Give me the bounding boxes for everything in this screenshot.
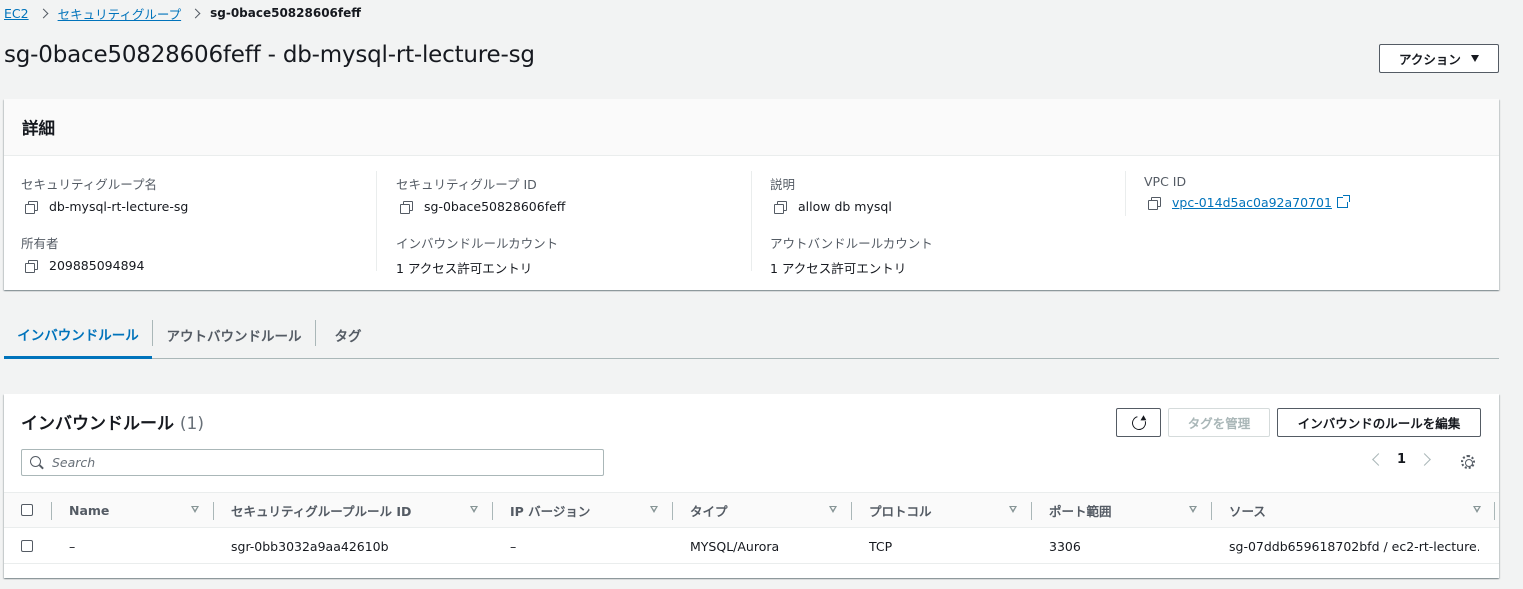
tab-outbound-rules[interactable]: アウトバウンドルール xyxy=(153,312,315,358)
vpc-link[interactable]: vpc-014d5ac0a92a70701 xyxy=(1172,195,1332,210)
tab-tags[interactable]: タグ xyxy=(316,312,380,358)
search-icon xyxy=(30,456,41,467)
field-value: 209885094894 xyxy=(49,258,145,273)
column-divider xyxy=(1125,171,1126,216)
column-header-port-range[interactable]: ポート範囲 xyxy=(1049,493,1112,528)
column-divider xyxy=(851,502,852,520)
field-label: セキュリティグループ ID xyxy=(396,177,537,192)
field-label: インバウンドルールカウント xyxy=(396,236,559,251)
sort-icon[interactable] xyxy=(1189,506,1197,513)
sort-icon[interactable] xyxy=(1009,506,1017,513)
cell-rule-id: sgr-0bb3032a9aa42610b xyxy=(231,538,389,554)
rules-count: (1) xyxy=(179,414,205,434)
column-header-protocol[interactable]: プロトコル xyxy=(869,493,932,528)
actions-label: アクション xyxy=(1399,52,1461,67)
copy-icon[interactable] xyxy=(1148,196,1161,210)
field-sg-name: セキュリティグループ名 db-mysql-rt-lecture-sg xyxy=(21,174,188,214)
details-panel: 詳細 セキュリティグループ名 db-mysql-rt-lecture-sg セキ… xyxy=(4,99,1499,290)
sort-icon[interactable] xyxy=(829,506,837,513)
table-header: Name セキュリティグループルール ID IP バージョン タイプ プロトコル… xyxy=(4,492,1499,528)
manage-tags-button[interactable]: タグを管理 xyxy=(1168,408,1270,437)
select-all-checkbox[interactable] xyxy=(21,504,33,516)
field-value: 1 アクセス許可エントリ xyxy=(770,261,907,276)
column-header-ip-version[interactable]: IP バージョン xyxy=(510,493,590,528)
copy-icon[interactable] xyxy=(25,200,38,214)
chevron-right-icon xyxy=(190,8,201,18)
column-divider xyxy=(376,171,377,271)
field-label: アウトバンドルールカウント xyxy=(770,236,933,251)
cell-port-range: 3306 xyxy=(1049,538,1081,554)
refresh-icon xyxy=(1128,412,1149,433)
column-header-name[interactable]: Name xyxy=(69,493,109,528)
breadcrumb: EC2 セキュリティグループ sg-0bace50828606feff xyxy=(4,4,361,22)
field-owner: 所有者 209885094894 xyxy=(21,233,144,273)
chevron-left-icon[interactable] xyxy=(1372,453,1385,466)
pagination: 1 xyxy=(1372,452,1431,467)
field-label: 説明 xyxy=(770,177,796,192)
sort-icon[interactable] xyxy=(191,506,199,513)
column-divider xyxy=(51,502,52,520)
refresh-button[interactable] xyxy=(1116,408,1161,437)
field-sg-id: セキュリティグループ ID sg-0bace50828606feff xyxy=(396,174,565,214)
field-value: sg-0bace50828606feff xyxy=(424,199,566,214)
copy-icon[interactable] xyxy=(400,200,413,214)
tab-inbound-rules[interactable]: インバウンドルール xyxy=(4,312,152,359)
page-title: sg-0bace50828606feff - db-mysql-rt-lectu… xyxy=(4,42,535,68)
search-placeholder: Search xyxy=(52,455,96,470)
details-header: 詳細 xyxy=(4,99,1499,156)
column-divider xyxy=(1211,502,1212,520)
cell-name: – xyxy=(69,538,76,554)
cell-protocol: TCP xyxy=(869,538,893,554)
column-header-rule-id[interactable]: セキュリティグループルール ID xyxy=(231,493,411,528)
cell-source: sg-07ddb659618702bfd / ec2-rt-lecture… xyxy=(1229,538,1479,554)
breadcrumb-current: sg-0bace50828606feff xyxy=(210,6,361,20)
field-value: 1 アクセス許可エントリ xyxy=(396,261,533,276)
column-divider xyxy=(213,502,214,520)
column-divider xyxy=(492,502,493,520)
breadcrumb-ec2[interactable]: EC2 xyxy=(4,6,29,21)
sort-icon[interactable] xyxy=(470,506,478,513)
field-value: allow db mysql xyxy=(798,199,892,214)
field-vpc-id: VPC ID vpc-014d5ac0a92a70701 xyxy=(1144,174,1350,210)
caret-down-icon xyxy=(1470,55,1479,62)
cell-ip-version: – xyxy=(510,538,517,554)
column-header-type[interactable]: タイプ xyxy=(690,493,728,528)
field-label: セキュリティグループ名 xyxy=(21,177,158,192)
field-label: 所有者 xyxy=(21,236,59,251)
field-outbound-count: アウトバンドルールカウント 1 アクセス許可エントリ xyxy=(770,233,933,277)
copy-icon[interactable] xyxy=(774,200,787,214)
chevron-right-icon xyxy=(38,8,49,18)
search-input[interactable]: Search xyxy=(21,449,604,476)
sort-icon[interactable] xyxy=(1473,506,1481,513)
cell-type: MYSQL/Aurora xyxy=(690,538,780,554)
column-divider xyxy=(751,171,752,271)
edit-inbound-rules-button[interactable]: インバウンドのルールを編集 xyxy=(1277,408,1481,437)
field-description: 説明 allow db mysql xyxy=(770,174,892,214)
column-divider xyxy=(1494,502,1495,520)
copy-icon[interactable] xyxy=(25,259,38,273)
tab-bar: インバウンドルール アウトバウンドルール タグ xyxy=(4,312,1499,359)
actions-button[interactable]: アクション xyxy=(1379,44,1499,73)
external-link-icon xyxy=(1336,195,1350,208)
breadcrumb-security-groups[interactable]: セキュリティグループ xyxy=(58,4,182,23)
field-value: db-mysql-rt-lecture-sg xyxy=(49,199,189,214)
column-divider xyxy=(1031,502,1032,520)
column-header-source[interactable]: ソース xyxy=(1229,493,1266,528)
row-checkbox[interactable] xyxy=(21,540,33,552)
rules-title: インバウンドルール (1) xyxy=(21,409,204,434)
rules-title-text: インバウンドルール xyxy=(21,414,174,434)
page-number[interactable]: 1 xyxy=(1397,452,1406,467)
chevron-right-icon[interactable] xyxy=(1418,453,1431,466)
sort-icon[interactable] xyxy=(650,506,658,513)
gear-icon[interactable] xyxy=(1461,455,1475,469)
field-inbound-count: インバウンドルールカウント 1 アクセス許可エントリ xyxy=(396,233,558,277)
field-label: VPC ID xyxy=(1144,174,1187,189)
table-row[interactable]: – sgr-0bb3032a9aa42610b – MYSQL/Aurora T… xyxy=(4,528,1499,564)
column-divider xyxy=(672,502,673,520)
